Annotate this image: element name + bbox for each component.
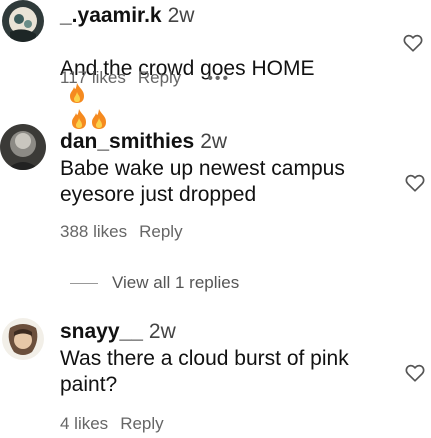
replies-divider-line [70,283,98,285]
timestamp: 2w [167,4,195,27]
likes-count[interactable]: 4 likes [60,414,108,433]
comment-meta: 388 likes Reply [60,222,183,242]
fire-emoji-icon [92,109,106,129]
username-text[interactable]: _.yaamir.k [60,4,162,27]
username-text[interactable]: snayy__ [60,320,143,343]
reply-button[interactable]: Reply [139,222,182,241]
avatar[interactable] [2,0,44,42]
view-replies-button[interactable]: View all 1 replies [70,273,239,293]
username[interactable]: snayy__ 2w [60,320,176,344]
more-options-icon[interactable]: ••• [207,70,230,87]
likes-count[interactable]: 388 likes [60,222,127,241]
avatar[interactable] [2,318,44,360]
fire-emoji-icon [72,109,86,129]
comment-meta: 117 likes Reply ••• [60,68,230,88]
reply-button[interactable]: Reply [120,414,163,433]
username[interactable]: dan_smithies 2w [60,130,227,154]
avatar[interactable] [0,124,46,170]
comment-text: Was there a cloud burst of pink paint? [60,347,349,396]
reply-button[interactable]: Reply [138,68,181,87]
comment-text: Babe wake up newest campus eyesore just … [60,157,345,206]
username[interactable]: _.yaamir.k 2w [60,4,194,28]
heart-outline-icon[interactable] [402,32,424,54]
heart-outline-icon[interactable] [404,362,426,384]
username-text[interactable]: dan_smithies [60,130,194,153]
view-replies-label[interactable]: View all 1 replies [112,273,239,292]
likes-count[interactable]: 117 likes [60,68,126,87]
comment-meta: 4 likes Reply [60,414,164,434]
timestamp: 2w [200,130,228,153]
heart-outline-icon[interactable] [404,172,426,194]
timestamp: 2w [148,320,176,343]
